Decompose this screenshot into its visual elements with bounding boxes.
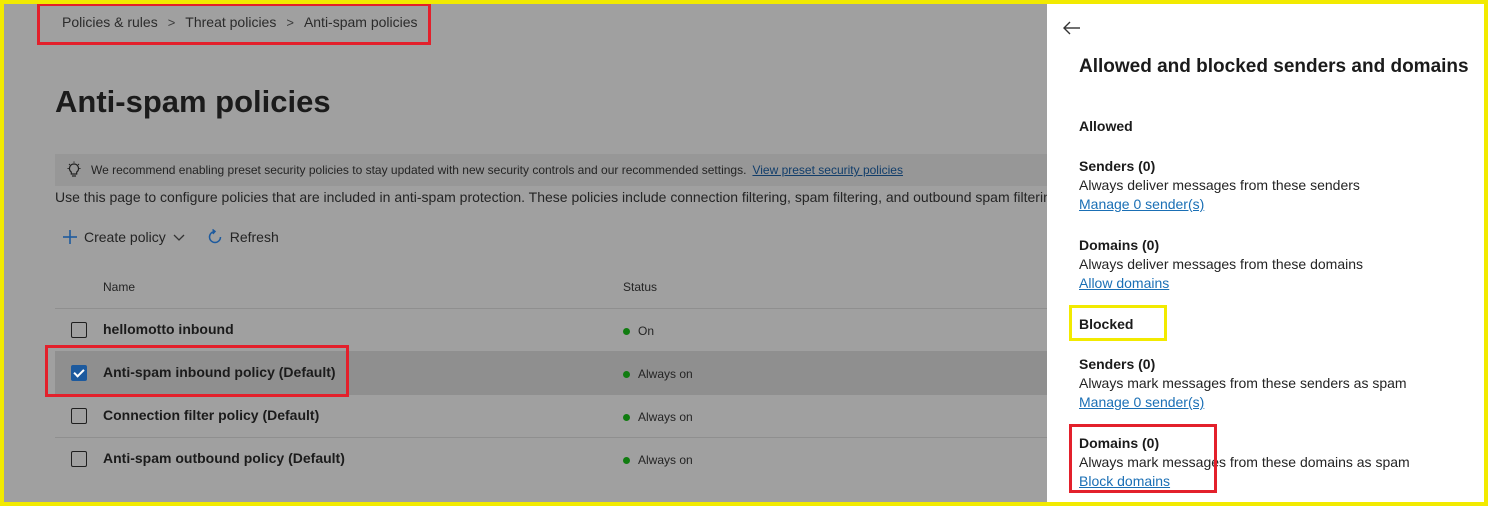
chevron-down-icon: [173, 234, 185, 241]
blocked-domains-title: Domains (0): [1079, 435, 1160, 451]
back-arrow-icon[interactable]: [1062, 18, 1082, 38]
status-dot-icon: [623, 456, 630, 464]
status-text: Always on: [638, 367, 693, 381]
status-cell: Always on: [623, 367, 693, 381]
column-header-status[interactable]: Status: [623, 280, 657, 294]
column-header-name[interactable]: Name: [103, 280, 135, 294]
policy-name[interactable]: Anti-spam outbound policy (Default): [103, 450, 345, 466]
banner-text: We recommend enabling preset security po…: [91, 163, 747, 177]
recommendation-banner: We recommend enabling preset security po…: [55, 154, 1055, 186]
status-dot-icon: [623, 327, 630, 335]
row-checkbox[interactable]: [71, 408, 87, 424]
table-row[interactable]: Anti-spam outbound policy (Default) Alwa…: [55, 437, 1047, 480]
allowed-senders-desc: Always deliver messages from these sende…: [1079, 177, 1360, 193]
status-cell: Always on: [623, 410, 693, 424]
policy-name[interactable]: hellomotto inbound: [103, 321, 234, 337]
blocked-senders-title: Senders (0): [1079, 356, 1156, 372]
breadcrumb-separator: >: [167, 14, 176, 30]
panel-title: Allowed and blocked senders and domains: [1079, 56, 1469, 77]
table-header: Name Status: [55, 276, 1047, 308]
create-policy-button[interactable]: Create policy: [62, 229, 192, 245]
manage-allowed-senders-link[interactable]: Manage 0 sender(s): [1079, 196, 1204, 212]
blocked-domains-desc: Always mark messages from these domains …: [1079, 454, 1410, 470]
status-dot-icon: [623, 370, 630, 378]
allow-domains-link[interactable]: Allow domains: [1079, 275, 1169, 291]
status-text: Always on: [638, 453, 693, 467]
breadcrumb-separator: >: [286, 14, 294, 30]
policy-name[interactable]: Connection filter policy (Default): [103, 407, 319, 423]
status-text: Always on: [638, 410, 693, 424]
allowed-senders-title: Senders (0): [1079, 158, 1156, 174]
breadcrumb-policies-rules[interactable]: Policies & rules: [62, 14, 158, 30]
table-row[interactable]: Connection filter policy (Default) Alway…: [55, 394, 1047, 437]
policy-name[interactable]: Anti-spam inbound policy (Default): [103, 364, 336, 380]
allowed-domains-desc: Always deliver messages from these domai…: [1079, 256, 1364, 272]
create-policy-label: Create policy: [84, 229, 166, 245]
page-description: Use this page to configure policies that…: [55, 189, 1047, 205]
toolbar: Create policy Refresh: [62, 228, 293, 246]
status-text: On: [638, 324, 655, 338]
allowed-domains-title: Domains (0): [1079, 237, 1160, 253]
row-checkbox[interactable]: [71, 451, 87, 467]
plus-icon: [63, 230, 77, 244]
refresh-button[interactable]: Refresh: [206, 228, 279, 246]
page-title: Anti-spam policies: [55, 84, 331, 119]
breadcrumb-anti-spam-policies[interactable]: Anti-spam policies: [304, 14, 418, 30]
table-row[interactable]: hellomotto inbound On: [55, 308, 1047, 351]
table-row[interactable]: Anti-spam inbound policy (Default) Alway…: [55, 351, 1047, 394]
status-cell: On: [623, 324, 654, 338]
status-cell: Always on: [623, 453, 693, 467]
lightbulb-icon: [67, 161, 81, 177]
refresh-icon: [208, 228, 221, 244]
allowed-heading: Allowed: [1079, 118, 1133, 134]
manage-blocked-senders-link[interactable]: Manage 0 sender(s): [1079, 394, 1204, 410]
breadcrumb-threat-policies[interactable]: Threat policies: [185, 14, 276, 30]
row-checkbox[interactable]: [71, 322, 87, 338]
breadcrumb: Policies & rules > Threat policies > Ant…: [62, 14, 418, 30]
status-dot-icon: [623, 413, 630, 421]
block-domains-link[interactable]: Block domains: [1079, 473, 1170, 489]
row-checkbox[interactable]: [71, 365, 87, 381]
blocked-heading: Blocked: [1079, 316, 1134, 332]
blocked-senders-desc: Always mark messages from these senders …: [1079, 375, 1407, 391]
view-preset-policies-link[interactable]: View preset security policies: [752, 163, 903, 177]
refresh-label: Refresh: [229, 229, 279, 245]
